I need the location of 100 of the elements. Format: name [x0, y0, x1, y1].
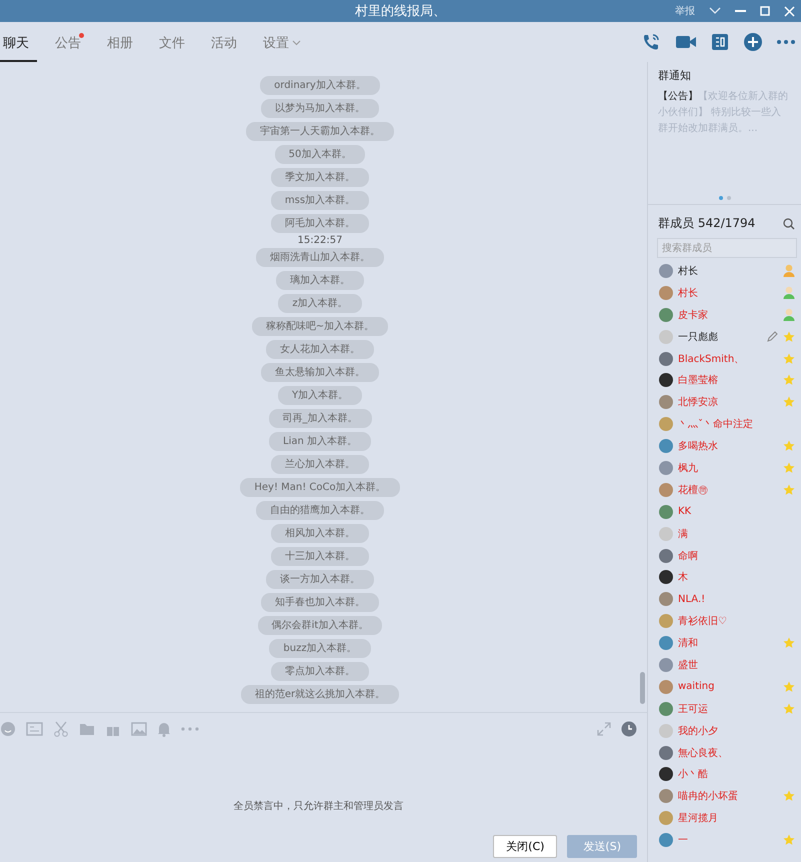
member-name: 一只彪彪: [678, 330, 719, 344]
member-item[interactable]: 一: [648, 829, 801, 852]
tab[interactable]: 相册: [93, 22, 141, 62]
system-message: 知手春也加入本群。: [261, 593, 379, 612]
classroom-icon[interactable]: [711, 33, 729, 51]
star-icon: [783, 680, 795, 693]
smiley-icon[interactable]: [0, 721, 16, 737]
avatar: [659, 658, 673, 672]
member-item[interactable]: 我的小夕: [648, 720, 801, 742]
member-item[interactable]: 無心良夜、: [648, 742, 801, 764]
member-item[interactable]: 青衫依旧♡: [648, 610, 801, 632]
close-icon[interactable]: [784, 6, 795, 16]
member-item[interactable]: KK: [648, 500, 801, 523]
report-button[interactable]: 举报: [675, 4, 695, 18]
close-button[interactable]: 关闭(C): [493, 835, 558, 858]
system-message: 稼称配味吧~加入本群。: [252, 317, 388, 336]
maximize-icon[interactable]: [760, 6, 770, 16]
timestamp: 15:22:57: [298, 235, 342, 246]
add-icon[interactable]: [743, 32, 763, 52]
star-icon: [783, 396, 795, 408]
pencil-icon[interactable]: [767, 331, 778, 342]
member-item[interactable]: 满: [648, 522, 801, 545]
avatar: [659, 308, 673, 322]
phone-icon[interactable]: [641, 32, 661, 52]
caret-icon: [292, 40, 301, 46]
member-name: 白墨莹榕: [678, 374, 719, 388]
tab[interactable]: 公告: [41, 22, 89, 62]
member-item[interactable]: 多喝热水: [648, 435, 801, 458]
member-item[interactable]: 木: [648, 566, 801, 588]
member-name: 喵冉的小坏蛋: [678, 790, 739, 804]
system-message: 偶尔会群it加入本群。: [258, 616, 382, 635]
avatar: [659, 680, 673, 694]
system-message: 兰心加入本群。: [271, 455, 369, 474]
scrollbar[interactable]: [640, 672, 645, 704]
video-camera-icon[interactable]: [675, 34, 697, 50]
member-item[interactable]: 枫九: [648, 457, 801, 479]
member-item[interactable]: 丶灬ˇ丶命中注定: [648, 413, 801, 436]
tab[interactable]: 文件: [145, 22, 193, 62]
member-name: 枫九: [678, 462, 699, 475]
system-message: 谈一方加入本群。: [266, 570, 374, 589]
member-name: 無心良夜、: [678, 746, 729, 760]
system-message: 以梦为马加入本群。: [261, 99, 379, 118]
system-message: 烟雨洗青山加入本群。: [256, 248, 384, 267]
star-icon: [783, 440, 795, 452]
system-message: Y加入本群。: [278, 386, 362, 405]
system-message: 阿毛加入本群。: [271, 214, 369, 233]
member-item[interactable]: 北悸安凉: [648, 391, 801, 414]
member-item[interactable]: waiting: [648, 676, 801, 698]
avatar: [659, 330, 673, 344]
image-icon[interactable]: [131, 722, 147, 736]
folder-icon[interactable]: [79, 722, 95, 736]
member-item[interactable]: 喵冉的小坏蛋: [648, 785, 801, 808]
tab[interactable]: 聊天: [0, 22, 37, 62]
member-item[interactable]: 村长: [648, 260, 801, 282]
member-item[interactable]: 命啊: [648, 544, 801, 566]
member-search-field[interactable]: 搜索群成员: [657, 238, 797, 258]
system-message: mss加入本群。: [270, 191, 370, 210]
member-item[interactable]: 花檀㉄: [648, 478, 801, 501]
expand-icon[interactable]: [597, 722, 611, 736]
chevron-down-icon[interactable]: [709, 7, 721, 15]
member-item[interactable]: BlackSmith、: [648, 348, 801, 370]
person-icon: [783, 264, 795, 278]
member-name: 我的小夕: [678, 724, 719, 738]
member-item[interactable]: 皮卡家: [648, 304, 801, 326]
member-item[interactable]: 盛世: [648, 654, 801, 676]
system-message: 司再_加入本群。: [268, 409, 372, 428]
member-name: 命啊: [678, 550, 699, 563]
tab[interactable]: 设置: [249, 22, 309, 62]
member-item[interactable]: 小丶酷: [648, 763, 801, 786]
search-icon[interactable]: [783, 218, 795, 230]
system-message: 季文加入本群。: [271, 168, 369, 187]
system-message: 相风加入本群。: [271, 524, 369, 543]
member-item[interactable]: 王可运: [648, 698, 801, 720]
avatar: [659, 548, 673, 563]
system-message: 十三加入本群。: [271, 547, 369, 566]
send-button[interactable]: 发送(S): [567, 835, 637, 858]
member-item[interactable]: 白墨莹榕: [648, 369, 801, 392]
page-dot[interactable]: [718, 196, 722, 200]
member-item[interactable]: 村长: [648, 282, 801, 304]
system-message: ordinary加入本群。: [260, 76, 380, 95]
member-name: 盛世: [678, 658, 699, 672]
avatar: [659, 592, 673, 606]
page-dot[interactable]: [726, 196, 730, 200]
member-item[interactable]: NLA.!: [648, 588, 801, 610]
avatar: [659, 352, 673, 366]
system-message: 自由的猎鹰加入本群。: [256, 501, 384, 520]
more-icon[interactable]: [777, 40, 795, 44]
member-item[interactable]: 清和: [648, 632, 801, 654]
scissors-icon[interactable]: [53, 721, 69, 737]
members-title: 群成员 542/1794: [658, 215, 756, 232]
tab[interactable]: 活动: [197, 22, 245, 62]
system-message: 50加入本群。: [274, 145, 366, 164]
bell-icon[interactable]: [157, 721, 171, 737]
window-title: 村里的线报局、: [355, 3, 446, 20]
member-item[interactable]: 一只彪彪: [648, 326, 801, 348]
avatar: [659, 789, 673, 804]
star-icon: [783, 484, 795, 496]
member-name: 村长: [678, 264, 699, 278]
clock-icon[interactable]: [621, 721, 637, 737]
member-item[interactable]: 星河揽月: [648, 807, 801, 830]
